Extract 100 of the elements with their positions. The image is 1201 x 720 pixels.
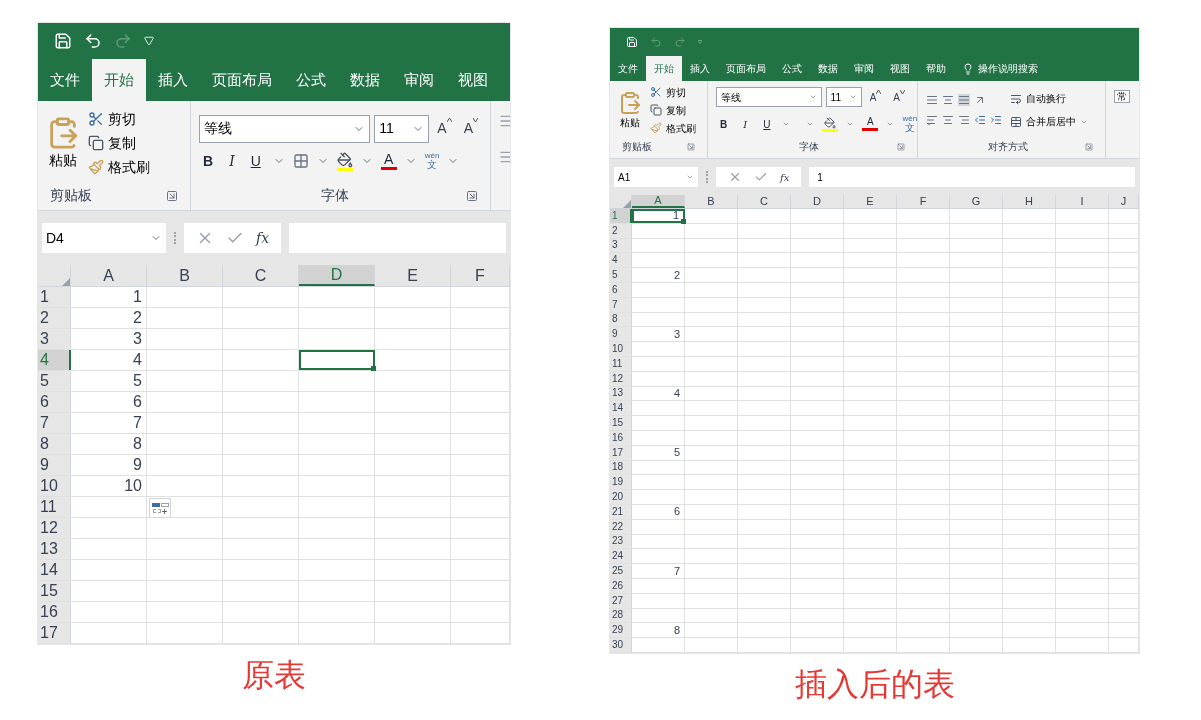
bold-button[interactable]: B xyxy=(716,116,732,132)
dropdown-caret-icon[interactable] xyxy=(886,120,895,128)
column-header[interactable]: A xyxy=(632,195,685,208)
ribbon-tab[interactable]: 公式 xyxy=(284,59,338,101)
row-header[interactable]: 12 xyxy=(38,518,71,538)
align-top-icon[interactable] xyxy=(926,94,938,106)
row-header[interactable]: 24 xyxy=(610,549,632,564)
font-color-button[interactable]: A xyxy=(862,117,879,131)
paste-options-icon[interactable] xyxy=(149,498,171,518)
row-header[interactable]: 6 xyxy=(38,392,71,412)
dropdown-caret-icon[interactable] xyxy=(686,173,694,181)
font-name-field[interactable]: 等线 xyxy=(199,114,371,143)
row-header[interactable]: 30 xyxy=(610,638,632,652)
copy-button[interactable]: 复制 xyxy=(88,132,150,154)
column-header[interactable]: F xyxy=(897,195,950,208)
font-size-field[interactable]: 11 xyxy=(374,114,430,143)
column-header[interactable]: E xyxy=(375,265,451,286)
italic-button[interactable]: I xyxy=(225,150,239,172)
number-format-field[interactable]: 常 xyxy=(1114,90,1130,103)
dialog-launcher-icon[interactable] xyxy=(166,189,178,202)
format-painter-button[interactable]: 格式刷 xyxy=(88,156,150,178)
decrease-indent-icon[interactable] xyxy=(974,114,986,126)
italic-button[interactable]: I xyxy=(739,116,752,132)
row-header[interactable]: 20 xyxy=(610,490,632,504)
align-middle-icon[interactable] xyxy=(942,94,954,106)
dialog-launcher-icon[interactable] xyxy=(466,189,478,202)
column-header[interactable]: A xyxy=(71,265,147,286)
dropdown-caret-icon[interactable] xyxy=(782,120,791,128)
row-header[interactable]: 7 xyxy=(38,413,71,433)
cut-button[interactable]: 剪切 xyxy=(650,84,696,100)
ribbon-tab[interactable]: 数据 xyxy=(810,56,846,81)
formula-input[interactable] xyxy=(289,223,506,253)
customize-toolbar-icon[interactable] xyxy=(144,36,154,46)
row-header[interactable]: 13 xyxy=(38,539,71,559)
ribbon-tab[interactable]: 插入 xyxy=(146,59,200,101)
shrink-font-button[interactable]: A xyxy=(889,89,909,105)
column-header[interactable]: J xyxy=(1109,195,1139,208)
fill-color-icon[interactable] xyxy=(822,116,839,132)
font-name-field[interactable]: 等线 xyxy=(716,87,822,107)
fill-handle[interactable] xyxy=(681,218,686,224)
row-header[interactable]: 8 xyxy=(38,434,71,454)
paste-button[interactable]: 粘贴 xyxy=(46,115,80,171)
dropdown-caret-icon[interactable] xyxy=(806,120,815,128)
tell-me-search[interactable]: 操作说明搜索 xyxy=(954,56,1046,81)
font-color-button[interactable]: A xyxy=(380,152,397,170)
column-header[interactable]: H xyxy=(1003,195,1056,208)
row-header[interactable]: 5 xyxy=(610,268,632,282)
copy-button[interactable]: 复制 xyxy=(650,102,696,118)
grow-font-button[interactable]: A xyxy=(433,118,456,139)
increase-indent-icon[interactable] xyxy=(990,114,1002,126)
wrap-text-button[interactable]: 自动换行 xyxy=(1010,91,1088,106)
fill-color-icon[interactable] xyxy=(336,151,353,171)
cut-button[interactable]: 剪切 xyxy=(88,108,150,130)
save-icon[interactable] xyxy=(54,32,72,50)
phonetic-guide-button[interactable]: wén 文 xyxy=(424,152,440,170)
orientation-icon[interactable] xyxy=(974,94,986,106)
formula-input[interactable]: 1 xyxy=(809,167,1135,187)
ribbon-tab[interactable]: 数据 xyxy=(338,59,392,101)
row-header[interactable]: 15 xyxy=(610,416,632,430)
ribbon-tab[interactable]: 插入 xyxy=(682,56,718,81)
align-left-icon[interactable] xyxy=(926,114,938,126)
save-icon[interactable] xyxy=(626,36,638,48)
column-header[interactable]: D xyxy=(299,265,375,286)
grow-font-button[interactable]: A xyxy=(865,89,886,105)
ribbon-tab[interactable]: 文件 xyxy=(38,59,92,101)
row-header[interactable]: 15 xyxy=(38,581,71,601)
column-header[interactable]: E xyxy=(844,195,897,208)
column-header[interactable]: D xyxy=(791,195,844,208)
borders-icon[interactable] xyxy=(292,153,309,169)
ribbon-tab[interactable]: 帮助 xyxy=(918,56,954,81)
align-bottom-icon[interactable] xyxy=(958,94,970,106)
insert-function-button[interactable]: fx xyxy=(780,169,790,185)
ribbon-tab[interactable]: 视图 xyxy=(446,59,500,101)
customize-toolbar-icon[interactable] xyxy=(698,40,702,44)
row-header[interactable]: 4 xyxy=(38,350,71,370)
column-header[interactable]: C xyxy=(738,195,791,208)
dialog-launcher-icon[interactable] xyxy=(897,142,905,151)
align-right-icon[interactable] xyxy=(958,114,970,126)
row-header[interactable]: 25 xyxy=(610,564,632,578)
undo-icon[interactable] xyxy=(84,32,102,50)
font-size-field[interactable]: 11 xyxy=(825,87,862,107)
row-header[interactable]: 2 xyxy=(38,308,71,328)
enter-icon[interactable] xyxy=(754,170,768,184)
align-center-icon[interactable] xyxy=(942,114,954,126)
column-header[interactable]: B xyxy=(147,265,223,286)
ribbon-tab[interactable]: 开始 xyxy=(646,56,682,81)
name-box[interactable]: D4 xyxy=(42,223,166,253)
name-box[interactable]: A1 xyxy=(614,167,698,187)
bold-button[interactable]: B xyxy=(199,150,218,172)
underline-button[interactable]: U xyxy=(759,116,775,132)
ribbon-tab[interactable]: 文件 xyxy=(610,56,646,81)
row-header[interactable]: 11 xyxy=(38,497,71,517)
row-header[interactable]: 14 xyxy=(610,401,632,416)
ribbon-tab[interactable]: 审阅 xyxy=(846,56,882,81)
ribbon-tab[interactable]: 页面布局 xyxy=(200,59,284,101)
redo-icon[interactable] xyxy=(114,32,132,50)
ribbon-tab[interactable]: 页面布局 xyxy=(718,56,774,81)
column-header[interactable]: G xyxy=(950,195,1003,208)
dialog-launcher-icon[interactable] xyxy=(1085,142,1093,151)
row-header[interactable]: 19 xyxy=(610,475,632,490)
